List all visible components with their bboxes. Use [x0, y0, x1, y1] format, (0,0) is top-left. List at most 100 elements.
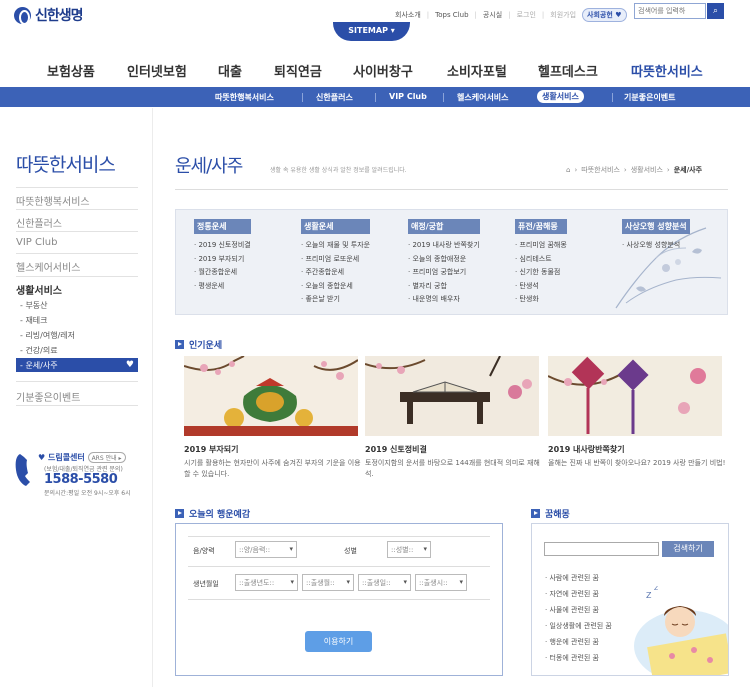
today-title-text: 오늘의 행운예감	[189, 510, 251, 520]
subnav-item-life-service[interactable]: 생활서비스	[537, 90, 584, 103]
util-link-company[interactable]: 회사소개	[395, 10, 421, 20]
card-image-tojeong[interactable]	[365, 356, 539, 436]
phone-icon	[15, 454, 30, 486]
gnb-item-insurance[interactable]: 보험상품	[47, 61, 95, 80]
subnav-item-shinhan-plus[interactable]: 신한플러스	[316, 92, 353, 103]
card-image-rich[interactable]	[184, 356, 358, 436]
sidebar-sub-finance[interactable]: - 재테크	[20, 315, 48, 326]
category-item[interactable]: · 내운명의 배우자	[408, 293, 480, 307]
gnb-item-internet-insurance[interactable]: 인터넷보험	[127, 61, 187, 80]
home-icon[interactable]: ⌂	[566, 166, 570, 174]
heart-icon: ♥	[125, 360, 134, 370]
category-item[interactable]: · 프리미엄 로또운세	[301, 253, 370, 267]
util-separator: |	[474, 11, 477, 19]
category-item[interactable]: · 별자리 궁합	[408, 280, 480, 294]
gnb-item-pension[interactable]: 퇴직연금	[274, 61, 322, 80]
category-item[interactable]: · 오늘의 재물 및 투자운	[301, 239, 370, 253]
gnb-item-consumer-portal[interactable]: 소비자포털	[447, 61, 507, 80]
sidebar-sub-real-estate[interactable]: - 부동산	[20, 300, 48, 311]
sidebar-item-happy-service[interactable]: 따뜻한행복서비스	[16, 193, 90, 208]
category-item[interactable]: · 평생운세	[194, 280, 251, 294]
birth-year-select[interactable]: ::출생년도::	[235, 574, 298, 591]
category-item[interactable]: · 2019 부자되기	[194, 253, 251, 267]
sidebar-item-shinhan-plus[interactable]: 신한플러스	[16, 215, 62, 230]
money-pouch-illustration	[184, 356, 358, 436]
dream-list-item[interactable]: · 터몽에 관련된 꿈	[545, 653, 599, 663]
use-button[interactable]: 이용하기	[305, 631, 372, 652]
card-image-love[interactable]	[548, 356, 722, 436]
category-item[interactable]: · 사상오행 성향분석	[622, 239, 690, 253]
sidebar-sub-living[interactable]: - 리빙/여행/레저	[20, 330, 75, 341]
gnb-item-warm-service[interactable]: 따뜻한서비스	[631, 61, 703, 80]
category-item[interactable]: · 월간종합운세	[194, 266, 251, 280]
breadcrumb-item[interactable]: 따뜻한서비스	[581, 165, 620, 175]
category-item[interactable]: · 주간종합운세	[301, 266, 370, 280]
search-button[interactable]: ⌕	[707, 3, 724, 19]
sidebar-sub-health[interactable]: - 건강/의료	[20, 345, 58, 356]
sitemap-button[interactable]: SITEMAP ▾	[333, 22, 410, 41]
category-item[interactable]: · 프리미엄 꿈해몽	[515, 239, 567, 253]
card-title[interactable]: 2019 신토정비결	[365, 444, 427, 455]
dream-list-item[interactable]: · 사람에 관련된 꿈	[545, 573, 599, 583]
dream-list-item[interactable]: · 행운에 관련된 꿈	[545, 637, 599, 647]
sidebar-item-healthcare[interactable]: 헬스케어서비스	[16, 259, 80, 274]
category-item[interactable]: · 좋은날 받기	[301, 293, 370, 307]
category-item[interactable]: · 오늘의 종합운세	[301, 280, 370, 294]
gender-select[interactable]: ::성별::	[387, 541, 431, 558]
gender-label: 성별	[344, 547, 357, 555]
category-item[interactable]: · 2019 내사랑 반쪽찾기	[408, 239, 480, 253]
calendar-select[interactable]: ::양/음력::	[235, 541, 297, 558]
util-link-tops-club[interactable]: Tops Club	[435, 11, 468, 19]
category-item[interactable]: · 심리테스트	[515, 253, 567, 267]
util-link-login[interactable]: 로그인	[517, 10, 536, 20]
dream-section-title: 꿈해몽	[531, 507, 570, 520]
dream-search-button[interactable]: 검색하기	[662, 541, 714, 557]
search-input[interactable]	[634, 3, 706, 19]
sidebar-item-vip-club[interactable]: VIP Club	[16, 237, 57, 248]
gnb-item-helpdesk[interactable]: 헬프데스크	[538, 61, 598, 80]
category-head: 정통운세	[194, 219, 251, 234]
social-contribution-button[interactable]: 사회공헌 ♥	[582, 8, 627, 22]
category-item[interactable]: · 2019 신토정비결	[194, 239, 251, 253]
sidebar-item-event[interactable]: 기분좋은이벤트	[16, 389, 80, 404]
ars-guide-button[interactable]: ARS 안내 ▸	[87, 452, 126, 463]
subnav-separator	[612, 93, 613, 102]
dream-list-item[interactable]: · 자연에 관련된 꿈	[545, 589, 599, 599]
card-title[interactable]: 2019 부자되기	[184, 444, 239, 455]
birth-month-select[interactable]: ::출생월::	[302, 574, 354, 591]
dream-search-input[interactable]	[544, 542, 659, 556]
category-column: 사상오행 성향분석 · 사상오행 성향분석	[622, 219, 690, 253]
gnb-item-cyber-center[interactable]: 사이버창구	[353, 61, 413, 80]
util-link-disclosure[interactable]: 공시실	[483, 10, 502, 20]
sidebar-sub-label: 재테크	[25, 316, 48, 325]
subnav-item-happy-service[interactable]: 따뜻한행복서비스	[215, 92, 274, 103]
util-link-join[interactable]: 회원가입	[550, 10, 576, 20]
category-item[interactable]: · 탄생화	[515, 293, 567, 307]
dream-list-item[interactable]: · 일상생활에 관련된 꿈	[545, 621, 612, 631]
dream-list-item[interactable]: · 사물에 관련된 꿈	[545, 605, 599, 615]
category-item[interactable]: · 오늘의 종합애정운	[408, 253, 480, 267]
sidebar-sub-fortune[interactable]: - 운세/사주 ♥	[16, 358, 138, 372]
subnav-separator	[302, 93, 303, 102]
ars-label: ARS 안내	[91, 455, 117, 462]
subnav-item-event[interactable]: 기분좋은이벤트	[624, 92, 676, 103]
subnav-item-vip-club[interactable]: VIP Club	[389, 92, 427, 101]
birth-day-select[interactable]: ::출생일::	[358, 574, 411, 591]
sleeping-girl-illustration: Z Z	[634, 586, 728, 675]
category-item[interactable]: · 프리미엄 궁합보기	[408, 266, 480, 280]
birth-label: 생년월일	[193, 580, 219, 588]
sidebar-item-life-service[interactable]: 생활서비스	[16, 282, 62, 297]
logo[interactable]: 신한생명	[14, 5, 84, 25]
birth-hour-select[interactable]: ::출생시::	[415, 574, 467, 591]
util-separator: |	[426, 11, 430, 19]
page-description: 생활 속 유용한 생활 상식과 알찬 정보를 알려드립니다.	[270, 167, 407, 174]
dream-title-text: 꿈해몽	[545, 510, 570, 520]
category-item[interactable]: · 신기한 동물점	[515, 266, 567, 280]
category-item[interactable]: · 탄생석	[515, 280, 567, 294]
breadcrumb-item[interactable]: 생활서비스	[631, 165, 663, 175]
gnb-item-loan[interactable]: 대출	[218, 61, 242, 80]
card-title[interactable]: 2019 내사랑반쪽찾기	[548, 444, 625, 455]
sidebar-divider	[16, 187, 138, 188]
subnav-item-healthcare[interactable]: 헬스케어서비스	[457, 92, 509, 103]
svg-text:Z: Z	[646, 591, 652, 600]
